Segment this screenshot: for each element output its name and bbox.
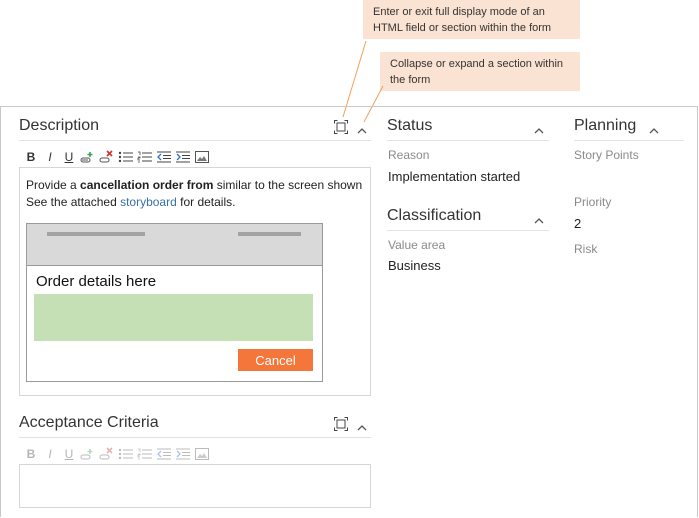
bulleted-list-icon bbox=[118, 448, 133, 460]
decrease-indent-button[interactable] bbox=[155, 149, 173, 165]
collapse-chevron-icon[interactable] bbox=[648, 125, 660, 137]
collapse-chevron-icon[interactable] bbox=[533, 215, 545, 227]
priority-label: Priority bbox=[574, 195, 612, 209]
numbered-list-icon bbox=[137, 448, 152, 460]
bulleted-list-icon bbox=[118, 151, 133, 163]
status-divider bbox=[387, 140, 549, 141]
status-title: Status bbox=[387, 117, 433, 134]
decrease-indent-button[interactable] bbox=[155, 446, 173, 462]
planning-divider bbox=[574, 140, 684, 141]
priority-value[interactable]: 2 bbox=[574, 216, 581, 231]
italic-button[interactable]: I bbox=[41, 446, 59, 462]
insert-link-button[interactable] bbox=[79, 446, 97, 462]
description-divider bbox=[19, 140, 371, 141]
italic-button[interactable]: I bbox=[41, 149, 59, 165]
collapse-chevron-icon[interactable] bbox=[533, 125, 545, 137]
callout-fullscreen-tip: Enter or exit full display mode of an HT… bbox=[363, 0, 580, 39]
increase-indent-button[interactable] bbox=[174, 149, 192, 165]
insert-image-button[interactable] bbox=[193, 149, 211, 165]
acceptance-criteria-editor[interactable] bbox=[19, 464, 371, 508]
mockup-title: Order details here bbox=[36, 273, 157, 290]
link-add-icon bbox=[80, 449, 93, 460]
acceptance-toolbar: B I U bbox=[22, 446, 212, 462]
mockup-header bbox=[27, 224, 322, 266]
storyboard-link[interactable]: storyboard bbox=[120, 195, 177, 209]
bulleted-list-button[interactable] bbox=[117, 446, 135, 462]
remove-link-button[interactable] bbox=[98, 149, 116, 165]
fullscreen-icon[interactable] bbox=[334, 120, 348, 134]
link-remove-icon bbox=[99, 150, 113, 163]
callout-collapse-tip: Collapse or expand a section within the … bbox=[380, 52, 580, 91]
insert-image-button[interactable] bbox=[193, 446, 211, 462]
classification-divider bbox=[387, 230, 549, 231]
bulleted-list-button[interactable] bbox=[117, 149, 135, 165]
description-line-1: Provide a cancellation order from simila… bbox=[26, 178, 363, 192]
numbered-list-icon bbox=[137, 151, 152, 163]
image-icon bbox=[195, 151, 209, 163]
link-remove-icon bbox=[99, 447, 113, 460]
description-bold-text: cancellation order from bbox=[80, 178, 214, 192]
image-icon bbox=[195, 448, 209, 460]
numbered-list-button[interactable] bbox=[136, 149, 154, 165]
remove-link-button[interactable] bbox=[98, 446, 116, 462]
collapse-chevron-icon[interactable] bbox=[356, 422, 368, 434]
collapse-chevron-icon[interactable] bbox=[356, 125, 368, 137]
outdent-icon bbox=[157, 151, 171, 163]
reason-label: Reason bbox=[388, 148, 430, 162]
mockup-header-bar-left bbox=[47, 232, 145, 236]
order-mockup-image: Order details here Cancel bbox=[26, 223, 323, 382]
indent-icon bbox=[176, 151, 190, 163]
reason-value[interactable]: Implementation started bbox=[388, 169, 520, 184]
mockup-header-bar-right bbox=[238, 232, 301, 236]
risk-label: Risk bbox=[574, 242, 598, 256]
planning-title: Planning bbox=[574, 117, 637, 134]
description-title: Description bbox=[19, 117, 100, 134]
description-line-2: See the attached storyboard for details. bbox=[26, 195, 236, 209]
description-toolbar: B I U bbox=[22, 149, 212, 165]
outdent-icon bbox=[157, 448, 171, 460]
acceptance-divider bbox=[19, 437, 371, 438]
bold-button[interactable]: B bbox=[22, 446, 40, 462]
mockup-content-area bbox=[34, 294, 313, 341]
value-area-label: Value area bbox=[388, 238, 446, 252]
numbered-list-button[interactable] bbox=[136, 446, 154, 462]
underline-button[interactable]: U bbox=[60, 446, 78, 462]
underline-button[interactable]: U bbox=[60, 149, 78, 165]
story-points-label: Story Points bbox=[574, 148, 639, 162]
indent-icon bbox=[176, 448, 190, 460]
classification-title: Classification bbox=[387, 207, 482, 224]
acceptance-criteria-title: Acceptance Criteria bbox=[19, 414, 159, 431]
insert-link-button[interactable] bbox=[79, 149, 97, 165]
value-area-value[interactable]: Business bbox=[388, 258, 441, 273]
bold-button[interactable]: B bbox=[22, 149, 40, 165]
increase-indent-button[interactable] bbox=[174, 446, 192, 462]
mockup-cancel-button: Cancel bbox=[238, 349, 313, 371]
fullscreen-icon[interactable] bbox=[334, 417, 348, 431]
link-add-icon bbox=[80, 152, 93, 163]
